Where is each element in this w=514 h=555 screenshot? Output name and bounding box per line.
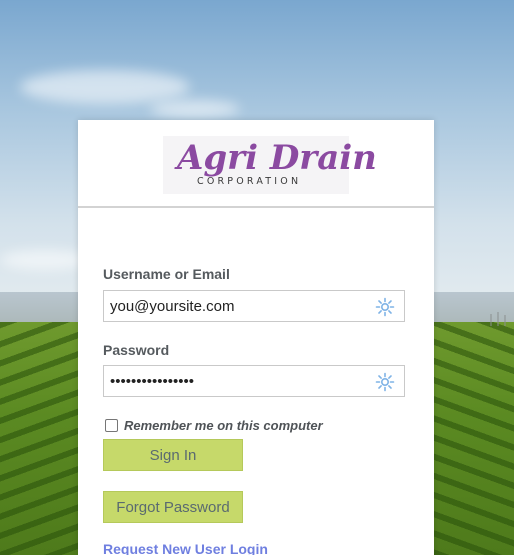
username-field[interactable] [103,290,405,322]
company-logo: Agri Drain CORPORATION [163,136,377,194]
sign-in-button[interactable]: Sign In [103,439,243,471]
crop-field-right [432,322,514,555]
remember-label: Remember me on this computer [124,418,323,433]
credential-manager-icon[interactable] [375,297,395,317]
login-card: Agri Drain CORPORATION Username or Email… [78,120,434,555]
forgot-password-button[interactable]: Forgot Password [103,491,243,523]
power-poles [490,312,506,326]
remember-me[interactable]: Remember me on this computer [105,418,323,433]
username-label: Username or Email [103,266,230,282]
username-input[interactable] [104,291,370,321]
credential-manager-icon[interactable] [375,372,395,392]
cloud [20,70,190,104]
logo-subtitle: CORPORATION [197,176,302,187]
password-label: Password [103,342,170,358]
card-header: Agri Drain CORPORATION [78,120,434,208]
remember-checkbox[interactable] [105,419,118,432]
logo-wordmark: Agri Drain [177,138,377,178]
password-field[interactable] [103,365,405,397]
request-new-user-login-link[interactable]: Request New User Login [103,541,268,555]
cloud [150,100,240,118]
password-input[interactable] [104,366,370,396]
cloud [0,250,90,270]
